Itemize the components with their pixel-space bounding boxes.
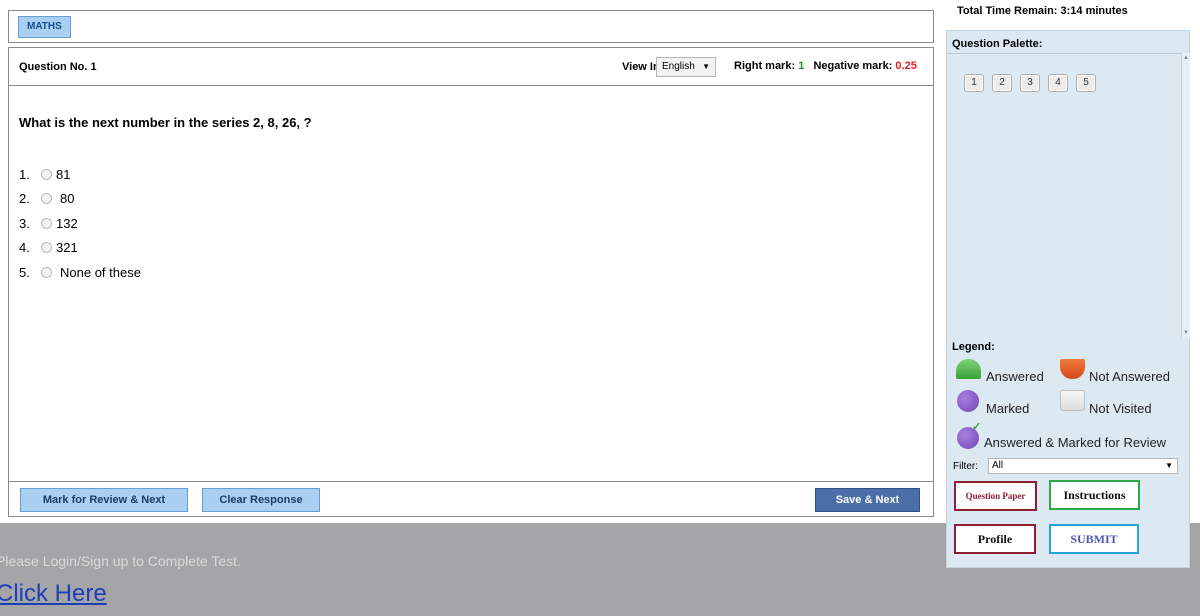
option-item[interactable]: 5. None of these bbox=[19, 260, 141, 285]
filter-label: Filter: bbox=[953, 461, 978, 472]
option-radio[interactable] bbox=[41, 266, 52, 278]
profile-button[interactable]: Profile bbox=[954, 524, 1036, 554]
palette-button[interactable]: 3 bbox=[1020, 74, 1040, 92]
question-header: Question No. 1 View In: English ▼ Right … bbox=[9, 48, 933, 86]
question-paper-button[interactable]: Question Paper bbox=[954, 481, 1037, 511]
question-number: Question No. 1 bbox=[19, 61, 97, 73]
scroll-down-icon[interactable]: ▼ bbox=[1183, 330, 1189, 336]
option-label: 81 bbox=[56, 166, 71, 182]
option-label: 132 bbox=[56, 215, 78, 231]
negative-mark-label: Negative mark: bbox=[813, 60, 893, 72]
instructions-button[interactable]: Instructions bbox=[1049, 480, 1140, 510]
not-answered-icon bbox=[1060, 359, 1085, 379]
save-next-button[interactable]: Save & Next bbox=[815, 488, 920, 512]
option-radio[interactable] bbox=[41, 193, 52, 205]
question-panel: Question No. 1 View In: English ▼ Right … bbox=[8, 47, 934, 517]
legend-marked: Marked bbox=[986, 401, 1030, 416]
option-radio[interactable] bbox=[41, 168, 52, 180]
palette-button[interactable]: 2 bbox=[992, 74, 1012, 92]
palette-buttons: 1 2 3 4 5 bbox=[964, 74, 1096, 92]
negative-mark-value: 0.25 bbox=[895, 60, 917, 72]
option-label: None of these bbox=[60, 264, 141, 280]
palette-title: Question Palette: bbox=[952, 38, 1043, 50]
language-value: English bbox=[662, 61, 695, 72]
palette-button[interactable]: 5 bbox=[1076, 74, 1096, 92]
chevron-down-icon: ▼ bbox=[702, 62, 710, 71]
right-mark-label: Right mark: bbox=[734, 60, 796, 72]
mark-for-review-next-button[interactable]: Mark for Review & Next bbox=[20, 488, 188, 512]
language-select[interactable]: English ▼ bbox=[656, 57, 716, 77]
palette-scrollbar[interactable]: ▲ ▼ bbox=[1181, 53, 1190, 338]
legend-answered-marked: Answered & Marked for Review bbox=[984, 435, 1167, 450]
question-palette-panel: Question Palette: 1 2 3 4 5 ▲ ▼ Legend: … bbox=[946, 30, 1190, 568]
question-footer: Mark for Review & Next Clear Response Sa… bbox=[9, 481, 933, 518]
filter-select[interactable]: All ▼ bbox=[988, 458, 1178, 474]
filter-value: All bbox=[992, 460, 1004, 471]
legend-not-answered: Not Answered bbox=[1089, 369, 1170, 384]
subject-bar: MATHS bbox=[8, 10, 934, 43]
time-remaining: Total Time Remain: 3:14 minutes bbox=[957, 5, 1128, 17]
option-radio[interactable] bbox=[41, 242, 52, 254]
option-number: 2. bbox=[19, 191, 30, 207]
option-label: 321 bbox=[56, 240, 78, 256]
right-mark-value: 1 bbox=[798, 60, 805, 72]
legend-title: Legend: bbox=[952, 341, 995, 353]
marked-icon bbox=[957, 390, 979, 412]
scroll-up-icon[interactable]: ▲ bbox=[1183, 55, 1189, 61]
option-number: 1. bbox=[19, 166, 30, 182]
submit-button[interactable]: SUBMIT bbox=[1049, 524, 1139, 554]
check-icon: ✓ bbox=[972, 421, 982, 433]
option-number: 3. bbox=[19, 215, 30, 231]
palette-button[interactable]: 1 bbox=[964, 74, 984, 92]
option-label: 80 bbox=[60, 191, 75, 207]
option-number: 4. bbox=[19, 240, 30, 256]
option-item[interactable]: 3. 132 bbox=[19, 211, 141, 236]
option-radio[interactable] bbox=[41, 217, 52, 229]
clear-response-button[interactable]: Clear Response bbox=[202, 488, 320, 512]
marks-info: Right mark: 1 Negative mark: 0.25 bbox=[734, 60, 917, 72]
chevron-down-icon: ▼ bbox=[1165, 461, 1173, 470]
question-text: What is the next number in the series 2,… bbox=[19, 115, 312, 130]
palette-button[interactable]: 4 bbox=[1048, 74, 1068, 92]
option-item[interactable]: 1. 81 bbox=[19, 162, 141, 187]
answered-icon bbox=[956, 359, 981, 379]
legend-answered: Answered bbox=[986, 369, 1044, 384]
click-here-link[interactable]: Click Here bbox=[0, 580, 107, 608]
option-item[interactable]: 2. 80 bbox=[19, 187, 141, 212]
legend-not-visited: Not Visited bbox=[1089, 401, 1152, 416]
option-number: 5. bbox=[19, 264, 30, 280]
subject-tab-maths[interactable]: MATHS bbox=[18, 16, 71, 38]
not-visited-icon bbox=[1060, 390, 1085, 411]
options-list: 1. 81 2. 80 3. 132 4. 321 5. None of the… bbox=[19, 162, 141, 285]
login-message: Please Login/Sign up to Complete Test. bbox=[0, 553, 241, 569]
option-item[interactable]: 4. 321 bbox=[19, 236, 141, 261]
